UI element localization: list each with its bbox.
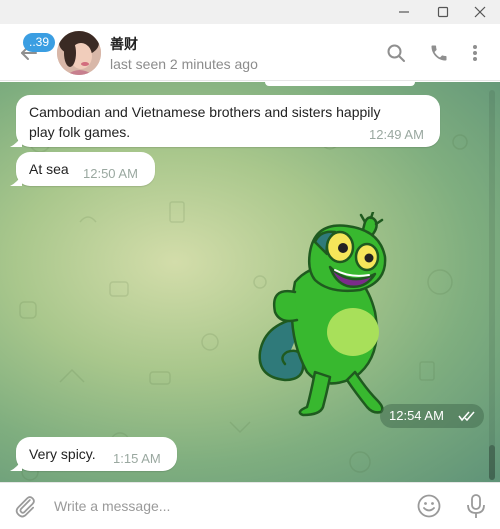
message-bubble[interactable]: At sea 12:50 AM	[10, 152, 155, 186]
message-list[interactable]: Cambodian and Vietnamese brothers and si…	[0, 82, 500, 482]
message-time: 12:49 AM	[369, 127, 424, 142]
avatar[interactable]	[57, 31, 101, 75]
window-titlebar	[0, 0, 500, 24]
search-button[interactable]	[383, 40, 409, 66]
message-bubble[interactable]: Very spicy. 1:15 AM	[10, 437, 177, 471]
scrollbar[interactable]	[489, 90, 495, 480]
message-text: Cambodian and Vietnamese brothers and si…	[29, 104, 381, 120]
chameleon-sticker[interactable]	[255, 212, 405, 417]
sticker-time-pill: 12:54 AM	[380, 404, 484, 428]
microphone-icon	[467, 494, 485, 518]
voice-record-button[interactable]	[463, 492, 489, 520]
contact-name[interactable]: 善财	[110, 34, 138, 54]
search-icon	[387, 44, 405, 62]
paperclip-icon	[15, 496, 35, 518]
call-button[interactable]	[426, 40, 452, 66]
bubble-tail	[10, 135, 22, 147]
message-input[interactable]	[54, 495, 394, 517]
close-icon[interactable]	[465, 0, 495, 24]
phone-icon	[431, 45, 447, 61]
contact-photo	[57, 31, 101, 75]
bubble-tail	[10, 459, 22, 471]
unread-badge: ..39	[23, 33, 56, 52]
scrollbar-thumb[interactable]	[489, 445, 495, 480]
maximize-icon[interactable]	[428, 0, 458, 24]
emoji-button[interactable]	[416, 493, 442, 519]
message-text: At sea	[29, 161, 69, 177]
message-bubble[interactable]: Cambodian and Vietnamese brothers and si…	[10, 95, 440, 147]
emoji-icon	[417, 494, 441, 518]
message-composer	[0, 482, 500, 529]
double-check-icon	[458, 411, 475, 422]
message-text: play folk games.	[29, 124, 131, 140]
message-time: 12:54 AM	[389, 408, 444, 423]
chat-header: ..39 善财 last seen 2 minutes ago	[0, 24, 500, 81]
message-time: 1:15 AM	[113, 451, 161, 466]
attach-button[interactable]	[12, 493, 38, 519]
more-options-button[interactable]	[462, 40, 488, 66]
previous-message-edge	[265, 82, 415, 86]
bubble-tail	[10, 174, 22, 186]
minimize-icon[interactable]	[389, 0, 419, 24]
message-time: 12:50 AM	[83, 166, 138, 181]
message-text: Very spicy.	[29, 446, 96, 462]
last-seen-status: last seen 2 minutes ago	[110, 56, 258, 72]
more-vertical-icon	[473, 45, 477, 61]
